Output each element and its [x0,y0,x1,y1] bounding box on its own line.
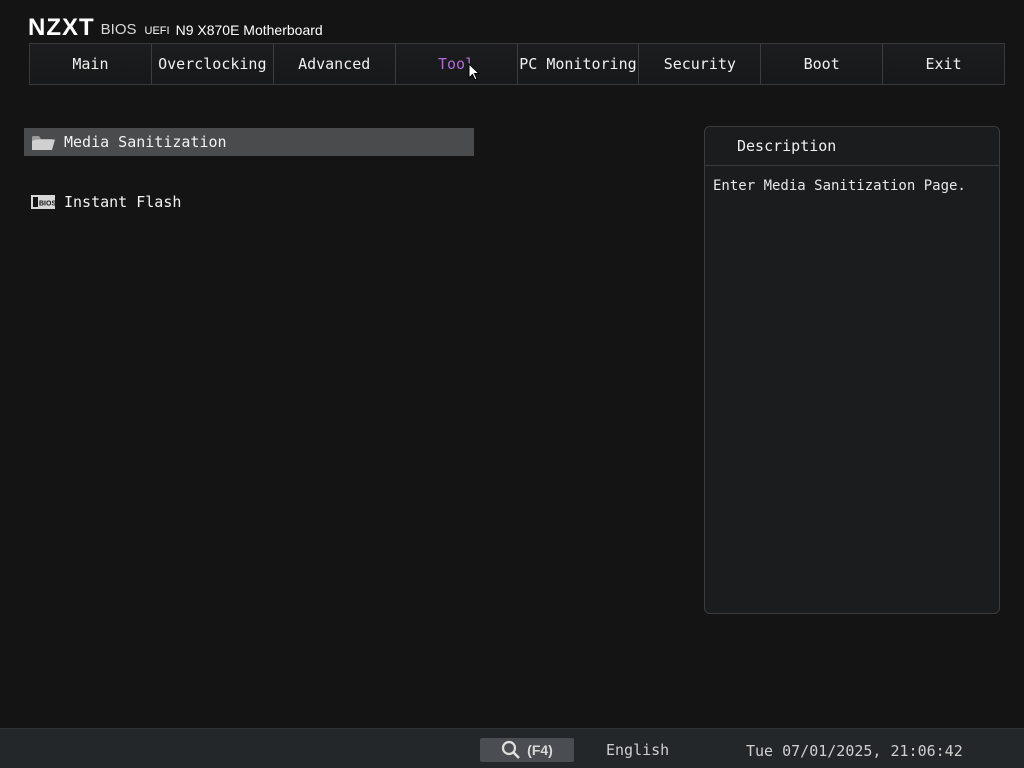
bios-label: BIOS [100,21,137,38]
tab-exit[interactable]: Exit [883,44,1004,84]
status-bar: (F4) English Tue 07/01/2025, 21:06:42 [0,728,1024,768]
tab-main[interactable]: Main [30,44,152,84]
svg-text:BIOS: BIOS [39,201,56,208]
tab-advanced[interactable]: Advanced [273,44,396,84]
language-selector[interactable]: English [606,741,669,759]
search-button[interactable]: (F4) [480,738,574,762]
menu-item-label: Instant Flash [64,193,182,211]
tab-boot[interactable]: Boot [761,44,884,84]
brand-header: NZXT BIOS UEFI N9 X870E Motherboard [28,12,323,40]
mouse-cursor-icon [468,63,480,81]
menu-item-label: Media Sanitization [64,133,227,151]
tab-bar: Main Overclocking Advanced Tool PC Monit… [29,43,1005,85]
description-title: Description [705,127,999,166]
description-text: Enter Media Sanitization Page. [713,178,966,194]
tab-tool[interactable]: Tool [395,44,518,84]
tool-menu: Media Sanitization BIOS Instant Flash [24,128,474,216]
folder-icon [30,132,56,152]
description-panel: Description Enter Media Sanitization Pag… [704,126,1000,614]
tab-overclocking[interactable]: Overclocking [151,44,274,84]
menu-item-instant-flash[interactable]: BIOS Instant Flash [24,188,474,216]
motherboard-model: N9 X870E Motherboard [175,22,323,38]
menu-item-media-sanitization[interactable]: Media Sanitization [24,128,474,156]
date-time: Tue 07/01/2025, 21:06:42 [746,742,963,760]
bios-chip-icon: BIOS [30,192,56,212]
tab-security[interactable]: Security [639,44,762,84]
search-shortcut: (F4) [527,742,553,758]
search-icon [502,740,521,759]
nzxt-logo: NZXT [28,14,95,41]
uefi-label: UEFI [144,25,170,37]
tab-pc-monitoring[interactable]: PC Monitoring [517,44,640,84]
